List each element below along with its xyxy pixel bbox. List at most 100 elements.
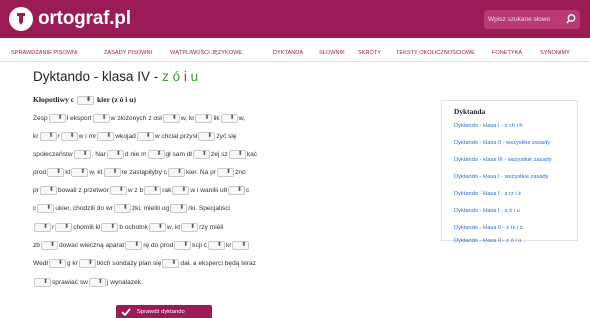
letter-select[interactable] — [39, 131, 57, 141]
subtitle-part: kier (z ó i u) — [96, 95, 137, 104]
letter-select[interactable] — [60, 131, 78, 141]
letter-select[interactable] — [198, 131, 216, 141]
sidebar-link[interactable]: Dyktando - klasa II - wszystkie zasady — [454, 140, 550, 146]
letter-select[interactable] — [168, 167, 185, 177]
dictation-line: r chomili kl b ochotnk w, kt rzy mieli — [33, 222, 223, 233]
sidebar-link[interactable]: Dyktando - klasa I - z ó i u — [454, 208, 520, 214]
letter-select[interactable] — [109, 185, 127, 195]
text-fragment: rak — [162, 187, 172, 194]
letter-select[interactable] — [207, 240, 225, 250]
text-fragment: r — [52, 224, 55, 231]
letter-select[interactable] — [71, 167, 89, 177]
letter-select[interactable] — [162, 258, 180, 268]
letter-select[interactable] — [40, 240, 58, 250]
letter-select[interactable] — [39, 185, 57, 195]
nav-item-slownik[interactable]: SŁOWNIK — [319, 50, 345, 56]
text-fragment: b ochotnk — [119, 224, 148, 231]
letter-select[interactable] — [37, 203, 55, 213]
text-fragment: d nie m — [124, 151, 147, 158]
sidebar-link[interactable]: Dyktando - klasa III - wszystkie zasady — [454, 157, 552, 163]
letter-select[interactable] — [172, 185, 190, 195]
search-box — [484, 10, 580, 29]
text-fragment: zb — [33, 242, 40, 249]
letter-select[interactable] — [220, 113, 238, 123]
title-letter-o: ó — [172, 69, 181, 84]
sidebar-link[interactable]: Dyktando - klasa II - z ó i u — [454, 238, 521, 244]
text-fragment: w, kr — [180, 115, 195, 122]
pencil-icon — [17, 13, 25, 25]
letter-select[interactable] — [101, 222, 119, 232]
letter-select[interactable] — [55, 222, 73, 232]
letter-select[interactable] — [228, 185, 246, 195]
nav-item-watpliwosci-jezykowe[interactable]: WĄTPLIWOŚCI JĘZYKOWE — [170, 50, 242, 56]
letter-select[interactable] — [181, 222, 199, 232]
letter-select[interactable] — [73, 149, 91, 159]
letter-select[interactable] — [97, 131, 115, 141]
text-fragment: Wedł — [33, 260, 48, 267]
nav-item-zasady-pisowni[interactable]: ZASADY PISOWNI — [104, 50, 152, 56]
page-title: Dyktando - klasa IV - z ó i u — [33, 69, 198, 84]
letter-select[interactable] — [77, 95, 95, 105]
logo-icon[interactable] — [9, 7, 33, 31]
letter-select[interactable] — [162, 113, 180, 123]
nav-item-fonetyka[interactable]: FONETYKA — [492, 50, 522, 56]
nav-item-dyktanda[interactable]: DYKTANDA — [273, 50, 303, 56]
letter-select[interactable] — [48, 113, 66, 123]
text-fragment: ł eksport — [66, 115, 92, 122]
sidebar-link[interactable]: Dyktando - klasa I - z rz i ż — [454, 191, 521, 197]
text-fragment: kr — [33, 133, 39, 140]
text-fragment: c — [246, 187, 250, 194]
sidebar-link[interactable]: Dyktando - klasa I - wszystkie zasady — [454, 174, 549, 180]
letter-select[interactable] — [125, 240, 143, 250]
search-icon[interactable] — [565, 13, 577, 25]
letter-select[interactable] — [228, 149, 246, 159]
letter-select[interactable] — [232, 240, 250, 250]
letter-select[interactable] — [170, 203, 188, 213]
text-fragment: wkojad — [115, 133, 136, 140]
letter-select[interactable] — [88, 277, 106, 287]
text-fragment: w złożonych z osł — [110, 115, 162, 122]
nav-item-sprawdzanie-pisowni[interactable]: SPRAWDZANIE PISOWNI — [11, 50, 78, 56]
nav-item-skroty[interactable]: SKRÓTY — [358, 50, 381, 56]
subtitle-part: Kłopotliwy c — [33, 95, 75, 104]
sidebar-link[interactable]: Dyktando - klasa I - z ch i h — [454, 123, 523, 129]
letter-select[interactable] — [113, 203, 131, 213]
text-fragment: ukier, chodzili do wr — [55, 205, 113, 212]
letter-select[interactable] — [92, 113, 110, 123]
text-fragment: w chciał przysł — [154, 133, 198, 140]
letter-select[interactable] — [136, 131, 154, 141]
letter-select[interactable] — [195, 113, 213, 123]
letter-select[interactable] — [34, 222, 51, 232]
nav-item-teksty-okolicznosciowe[interactable]: TEKSTY OKOLICZNOŚCIOWE — [396, 50, 475, 56]
text-fragment: tkich sondaży plan się — [96, 260, 162, 267]
sidebar-link[interactable]: Dyktando - klasa II - z rz i ż — [454, 225, 523, 231]
text-fragment: kr — [225, 242, 232, 249]
title-letter-u: u — [190, 69, 199, 84]
letter-select[interactable] — [48, 258, 66, 268]
brand-name[interactable]: ortograf.pl — [38, 8, 131, 30]
text-fragment: kać — [246, 151, 258, 158]
letter-select[interactable] — [78, 258, 96, 268]
main-nav: SPRAWDZANIE PISOWNI ZASADY PISOWNI WĄTPL… — [0, 46, 590, 62]
dictation-line: społeczeństw . Nar d nie m gł sam dł żej sz k… — [33, 149, 257, 160]
dictation-line: kr r w i mr wkojad w chciał przysł żyć się — [33, 131, 237, 142]
letter-select[interactable] — [34, 277, 51, 287]
nav-item-synonimy[interactable]: SYNONIMY — [540, 50, 570, 56]
dictation-line: sprawiać sw j wynalazek. — [33, 277, 143, 288]
letter-select[interactable] — [174, 240, 192, 250]
letter-select[interactable] — [148, 222, 166, 232]
letter-select[interactable] — [147, 149, 165, 159]
dictation-line: prod kt w, kt re zastąpiłyby c kier. Na pr żn… — [33, 167, 246, 178]
search-input[interactable] — [488, 12, 562, 27]
letter-select[interactable] — [47, 167, 65, 177]
text-fragment: w, — [238, 115, 245, 122]
letter-select[interactable] — [106, 149, 124, 159]
check-dictation-button[interactable]: Sprawdź dyktando — [116, 305, 212, 318]
letter-select[interactable] — [217, 167, 235, 177]
text-fragment: sprawiać sw — [52, 279, 88, 286]
letter-select[interactable] — [103, 167, 121, 177]
letter-select[interactable] — [144, 185, 162, 195]
text-fragment: rki. Specjaliści — [188, 205, 230, 212]
letter-select[interactable] — [192, 149, 210, 159]
text-fragment: bowali z przetwor — [57, 187, 109, 194]
